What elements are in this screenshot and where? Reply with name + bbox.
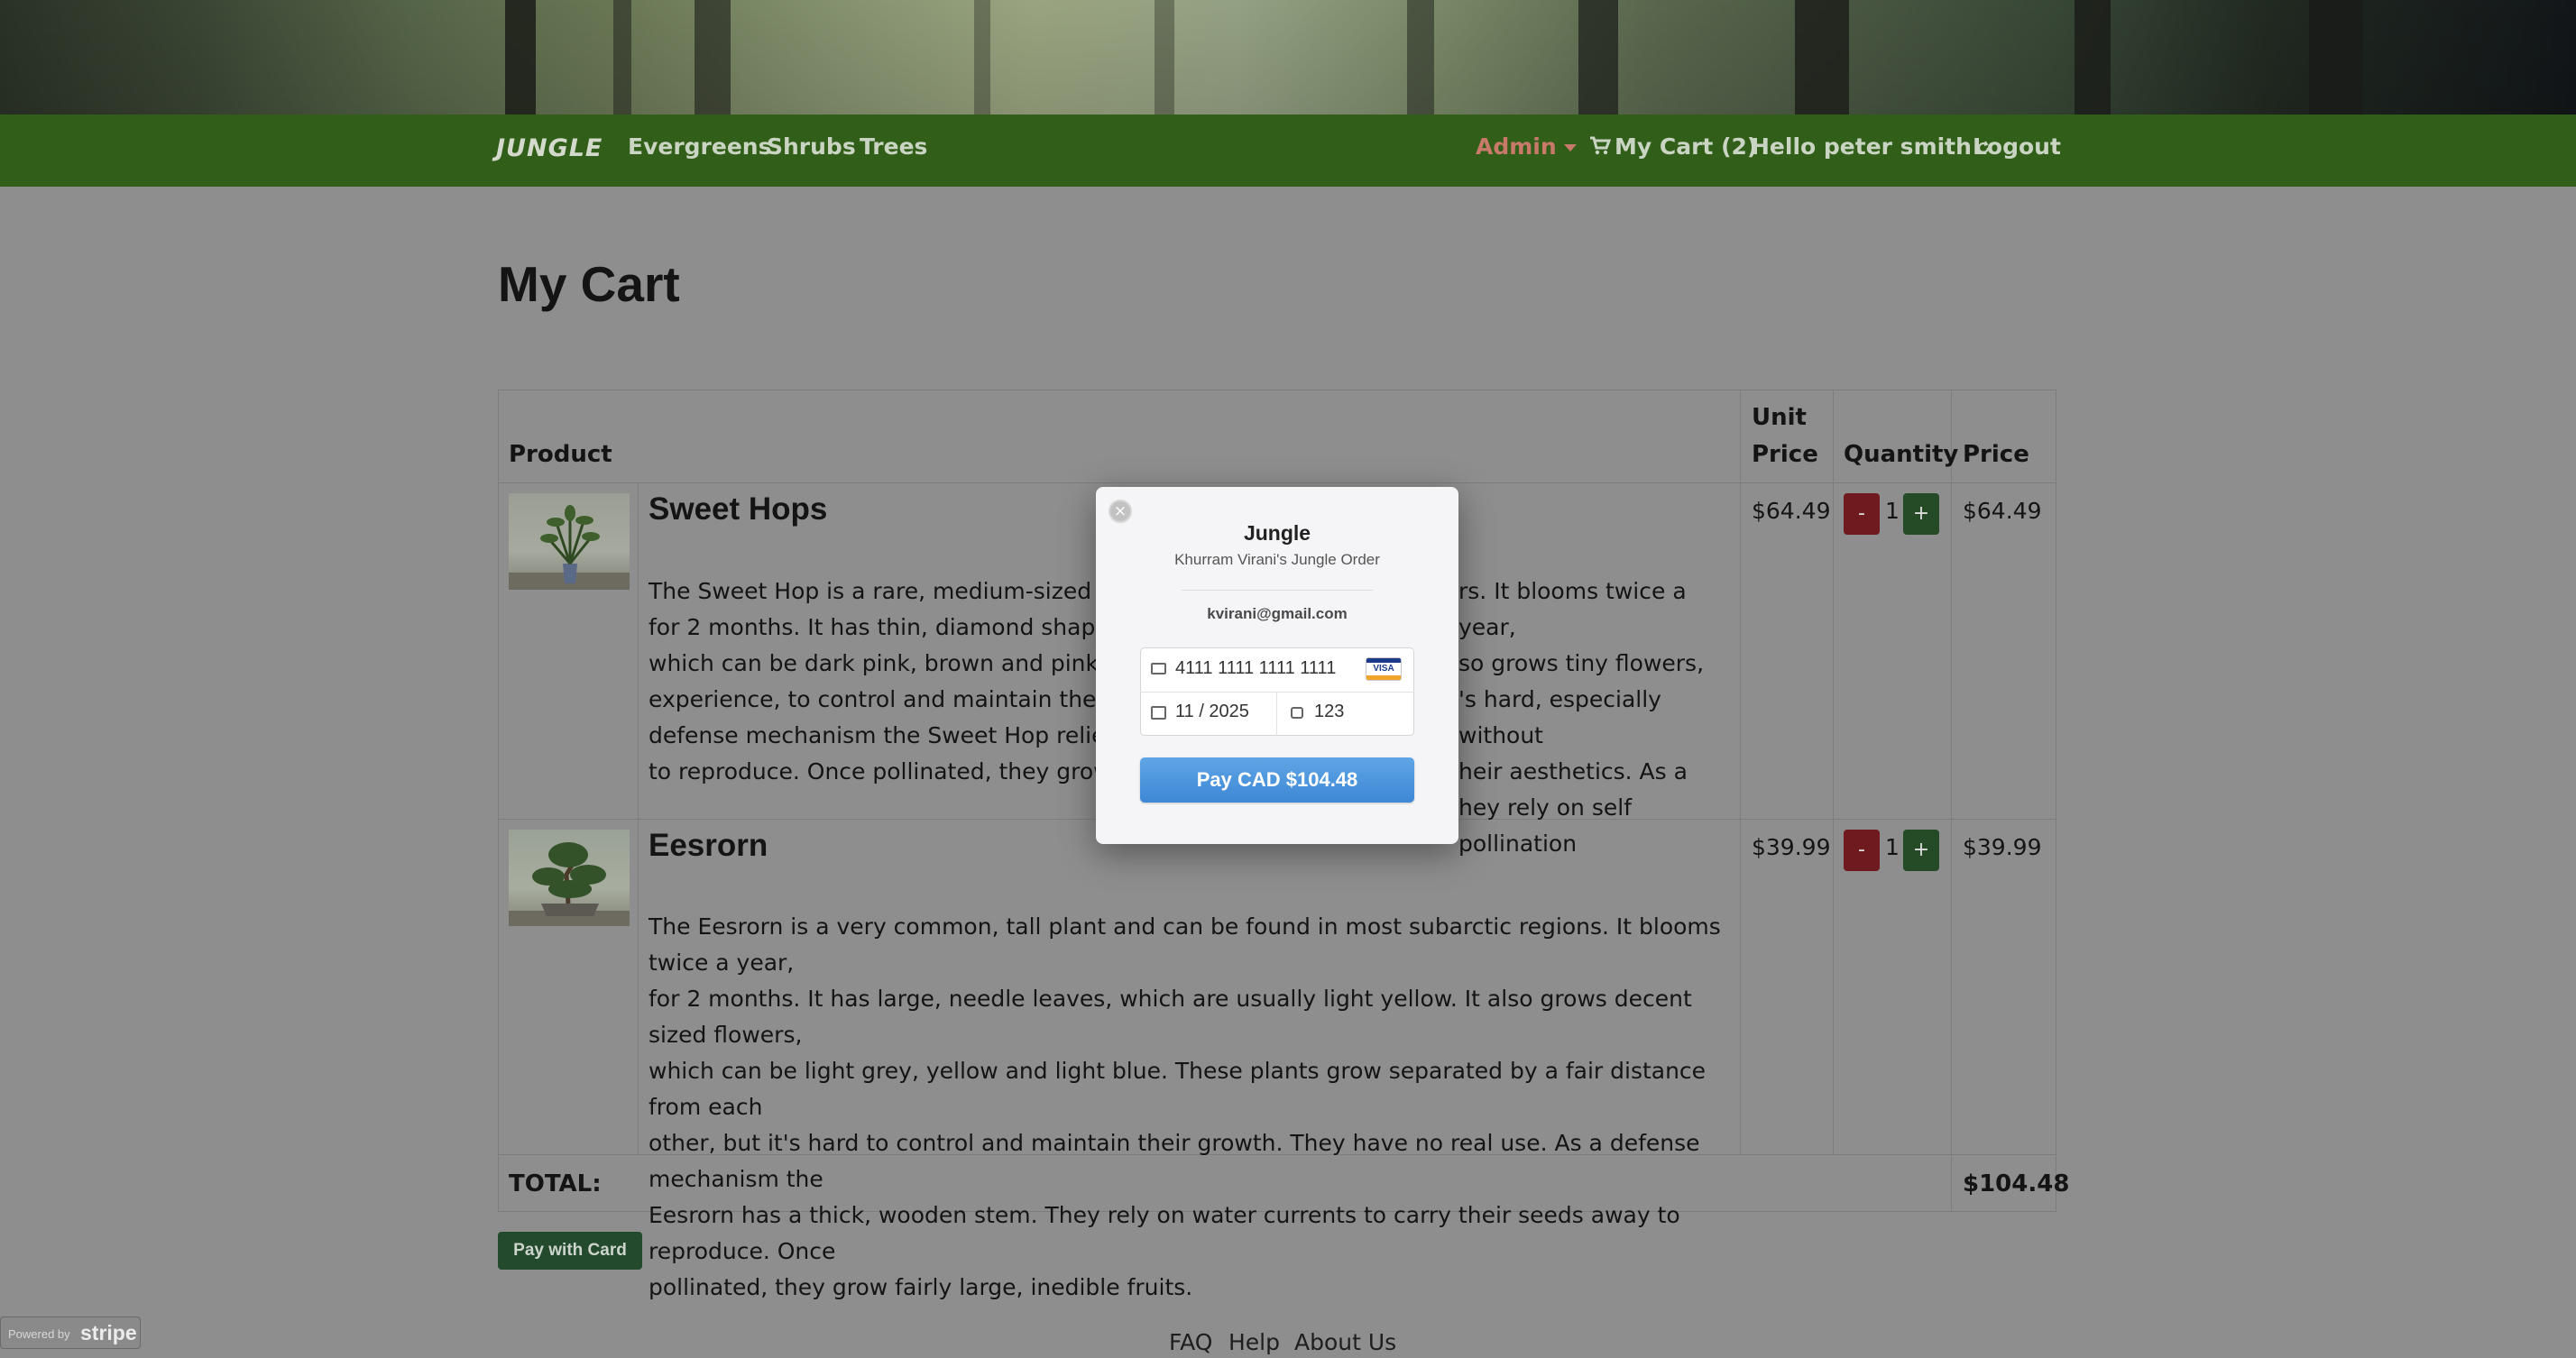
hero-banner	[0, 0, 2576, 115]
shopping-cart-icon	[1590, 136, 1612, 155]
user-greeting-label: Hello peter smith	[1751, 133, 1972, 160]
chevron-down-icon	[1563, 144, 1577, 151]
column-divider	[1740, 390, 1741, 1154]
increase-quantity-button[interactable]: +	[1903, 493, 1939, 535]
user-greeting[interactable]: Hello peter smith	[1751, 133, 1992, 160]
stripe-logo: stripe	[80, 1321, 137, 1344]
header-unit-price-line2: Price	[1752, 441, 1818, 468]
column-divider	[1951, 390, 1952, 1212]
line-price: $39.99	[1963, 834, 2042, 860]
product-description-right: rs. It blooms twice a year, so grows tin…	[1458, 573, 1738, 862]
pay-button[interactable]: Pay CAD $104.48	[1140, 757, 1414, 803]
calendar-icon	[1151, 706, 1166, 720]
line-price: $64.49	[1963, 498, 2042, 524]
description-line: heir aesthetics. As a	[1458, 758, 1688, 785]
admin-label: Admin	[1476, 133, 1557, 160]
my-cart-link[interactable]: My Cart (2)	[1589, 133, 1757, 160]
powered-by-label: Powered by	[8, 1327, 70, 1341]
card-number-input[interactable]: 4111 1111 1111 1111	[1175, 658, 1336, 679]
card-field-divider	[1140, 692, 1414, 693]
my-cart-label: My Cart (2)	[1615, 133, 1758, 160]
modal-subtitle: Khurram Virani's Jungle Order	[1174, 551, 1380, 568]
product-description: The Eesrorn is a very common, tall plant…	[649, 909, 1740, 1306]
page-title: My Cart	[498, 256, 680, 312]
modal-email[interactable]: kvirani@gmail.com	[1096, 605, 1458, 623]
decrease-quantity-button[interactable]: -	[1844, 493, 1880, 535]
lock-icon	[1291, 707, 1303, 719]
column-divider	[638, 482, 639, 1154]
footer-link-faq[interactable]: FAQ	[1169, 1329, 1212, 1355]
cvc-input[interactable]: 123	[1314, 702, 1344, 722]
description-line: other, but it's hard to control and main…	[649, 1130, 1700, 1192]
footer-link-help[interactable]: Help	[1228, 1329, 1280, 1355]
description-line: rs. It blooms twice a year,	[1458, 578, 1687, 640]
decrease-quantity-button[interactable]: -	[1844, 830, 1880, 871]
description-line: hey rely on self pollination	[1458, 794, 1633, 857]
close-modal-button[interactable]: ×	[1109, 500, 1132, 523]
navbar	[0, 115, 2576, 187]
quantity-value: 1	[1885, 498, 1900, 524]
powered-by-stripe-badge[interactable]: Powered by stripe	[0, 1317, 141, 1349]
increase-quantity-button[interactable]: +	[1903, 830, 1939, 871]
description-line: Eesrorn has a thick, wooden stem. They r…	[649, 1202, 1680, 1264]
description-line: pollinated, they grow fairly large, ined…	[649, 1274, 1193, 1300]
total-label: TOTAL:	[509, 1170, 602, 1197]
pay-with-card-button[interactable]: Pay with Card	[498, 1232, 642, 1270]
expiry-input[interactable]: 11 / 2025	[1175, 702, 1249, 722]
plant-photo	[509, 505, 630, 590]
product-image	[509, 830, 630, 926]
modal-title: Jungle	[1243, 521, 1311, 545]
unit-price: $64.49	[1752, 498, 1831, 524]
product-image	[509, 493, 630, 590]
nav-link-evergreens[interactable]: Evergreens	[628, 133, 771, 160]
nav-link-trees[interactable]: Trees	[860, 133, 927, 160]
table-divider	[498, 482, 2056, 483]
unit-price: $39.99	[1752, 834, 1831, 860]
product-name: Sweet Hops	[649, 491, 828, 527]
header-price: Price	[1963, 441, 2029, 468]
credit-card-icon	[1151, 663, 1166, 674]
total-value: $104.48	[1963, 1170, 2070, 1197]
header-unit-price-line1: Unit	[1752, 404, 1807, 431]
description-line: so grows tiny flowers,	[1458, 650, 1705, 676]
description-line: The Eesrorn is a very common, tall plant…	[649, 913, 1721, 976]
modal-divider	[1182, 590, 1373, 591]
plant-photo	[509, 842, 630, 926]
admin-dropdown[interactable]: Admin	[1476, 133, 1577, 160]
logout-link[interactable]: Logout	[1973, 133, 2061, 160]
card-field-divider	[1276, 692, 1277, 736]
header-quantity: Quantity	[1844, 441, 1959, 468]
header-product: Product	[509, 441, 612, 468]
nav-link-shrubs[interactable]: Shrubs	[767, 133, 856, 160]
description-line: for 2 months. It has large, needle leave…	[649, 986, 1692, 1048]
product-name: Eesrorn	[649, 828, 768, 863]
column-divider	[1833, 390, 1834, 1154]
quantity-value: 1	[1885, 834, 1900, 860]
brand-logo[interactable]: JUNGLE	[496, 134, 603, 162]
visa-icon: VISA	[1366, 657, 1402, 681]
footer-link-about[interactable]: About Us	[1294, 1329, 1396, 1355]
description-line: which can be light grey, yellow and ligh…	[649, 1058, 1707, 1120]
description-line: 's hard, especially without	[1458, 686, 1661, 748]
